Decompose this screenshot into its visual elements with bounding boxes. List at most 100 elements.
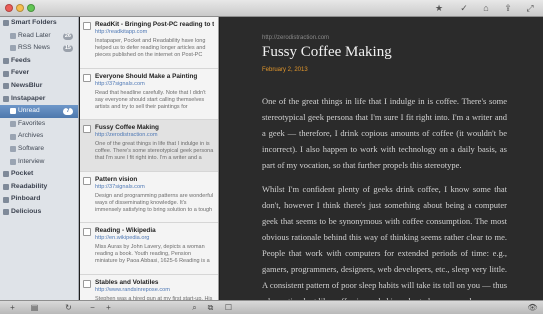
sidebar-section-label: Fever <box>11 69 30 77</box>
software-icon <box>10 146 16 153</box>
article-body: One of the great things in life that I i… <box>262 93 507 300</box>
read-later-icon <box>10 32 16 39</box>
article-list-item[interactable]: Pattern vision http://37signals.com Design… <box>80 172 218 223</box>
layout-button[interactable]: ☐ <box>222 302 235 313</box>
zoom-window-button[interactable] <box>27 4 35 12</box>
eye-button[interactable]: 👁 <box>526 302 539 313</box>
site-favicon-icon <box>83 176 91 185</box>
delicious-icon <box>3 209 9 216</box>
add-feed-icon: + <box>10 303 15 312</box>
mark-read-button[interactable]: ⧉ <box>204 302 217 313</box>
sidebar-item-archives[interactable]: Archives <box>0 130 78 143</box>
article-date: February 2, 2013 <box>262 67 308 73</box>
article-item-url: http://37signals.com <box>95 183 145 190</box>
sidebar-item-label: RSS News <box>18 44 50 52</box>
mark-read-icon: ⧉ <box>207 303 214 312</box>
fullscreen-button[interactable]: ⤢ <box>522 2 538 14</box>
sidebar-section-pocket[interactable]: Pocket <box>0 168 78 181</box>
pinboard-icon <box>3 196 9 203</box>
add-feed-button[interactable]: + <box>6 302 19 313</box>
sidebar-section-smart-folders[interactable]: Smart Folders <box>0 17 78 30</box>
close-window-button[interactable] <box>5 4 13 12</box>
sidebar-section-label: Smart Folders <box>11 19 57 26</box>
sidebar-section-label: Instapaper <box>11 94 46 102</box>
sidebar-section-label: NewsBlur <box>11 81 43 89</box>
sidebar-section-feeds[interactable]: Feeds <box>0 55 78 68</box>
article-list-item[interactable]: Stables and Volatiles http://www.randsinr… <box>80 275 218 300</box>
sidebar-section-label: Pinboard <box>11 195 41 203</box>
sidebar-item-software[interactable]: Software <box>0 143 78 156</box>
sidebar-section-fever[interactable]: Fever <box>0 67 78 80</box>
site-favicon-icon <box>83 125 91 133</box>
rss-news-icon <box>10 45 16 52</box>
minimize-window-button[interactable] <box>16 4 24 12</box>
sidebar-item-favorites[interactable]: Favorites <box>0 118 78 131</box>
unread-count-badge: 15 <box>62 45 73 53</box>
article-paragraph: One of the great things in life that I i… <box>262 96 507 170</box>
article-list-item[interactable]: Fussy Coffee Making http://zerodistractio… <box>80 120 218 172</box>
sidebar-section-instapaper[interactable]: Instapaper <box>0 93 78 106</box>
search-icon: ⌕ <box>192 303 197 312</box>
refresh-button[interactable]: ↻ <box>62 302 75 313</box>
article-item-excerpt: Read that headline carefully. Note that … <box>95 89 206 110</box>
refresh-icon: ↻ <box>65 303 72 312</box>
sidebar-section-label: Delicious <box>11 207 42 215</box>
check-button[interactable]: ✓ <box>456 2 472 14</box>
site-favicon-icon <box>83 22 91 30</box>
article-item-url: http://zerodistraction.com <box>95 132 158 138</box>
article-item-title: Reading - Wikipedia <box>95 227 156 234</box>
add-button[interactable]: + <box>102 302 115 313</box>
add-icon: + <box>106 303 111 312</box>
star-icon: ★ <box>434 3 444 13</box>
unread-count-badge: 7 <box>63 108 73 116</box>
sidebar-section-readability[interactable]: Readability <box>0 181 78 194</box>
site-favicon-icon <box>83 228 91 236</box>
site-favicon-icon <box>83 73 91 82</box>
article-list: ReadKit - Bringing Post-PC reading to th… <box>80 17 219 300</box>
article-site[interactable]: http://zerodistraction.com <box>262 35 329 41</box>
article-item-url: http://en.wikipedia.org <box>95 235 150 241</box>
article-list-item[interactable]: Everyone Should Make a Painting http://37… <box>80 69 218 120</box>
interview-icon <box>10 158 16 165</box>
unread-count-badge: 26 <box>62 32 73 40</box>
smart-folders-icon <box>3 20 9 27</box>
remove-button[interactable]: − <box>86 302 99 313</box>
unread-icon <box>10 108 16 115</box>
article-item-title: ReadKit - Bringing Post-PC reading to th… <box>95 21 214 28</box>
tag-icon: ⌂ <box>483 3 489 13</box>
search-button[interactable]: ⌕ <box>188 302 201 313</box>
article-item-url: http://37signals.com <box>95 80 145 87</box>
article-list-item[interactable]: Reading - Wikipedia http://en.wikipedia.o… <box>80 223 218 275</box>
article-paragraph: Whilst I'm confident plenty of geeks dri… <box>262 184 507 300</box>
article-item-excerpt: Design and programming patterns are wond… <box>95 192 214 213</box>
sidebar-item-label: Interview <box>18 157 45 165</box>
article-item-title: Everyone Should Make a Painting <box>95 72 198 80</box>
sidebar-section-newsblur[interactable]: NewsBlur <box>0 80 78 93</box>
newsblur-icon <box>3 83 9 90</box>
sidebar-item-label: Software <box>18 144 45 152</box>
reader-pane: http://zerodistraction.com Fussy Coffee … <box>220 17 543 300</box>
sidebar-item-rss-news[interactable]: RSS News 15 <box>0 42 78 55</box>
instapaper-icon <box>3 95 9 102</box>
sidebar-section-delicious[interactable]: Delicious <box>0 206 78 219</box>
article-list-item[interactable]: ReadKit - Bringing Post-PC reading to th… <box>80 17 218 69</box>
share-button[interactable]: ⇪ <box>500 2 516 14</box>
sidebar-item-interview[interactable]: Interview <box>0 156 78 169</box>
fullscreen-icon: ⤢ <box>526 3 534 13</box>
folder-button[interactable]: ▤ <box>28 302 41 313</box>
star-button[interactable]: ★ <box>431 2 447 14</box>
sidebar-section-label: Pocket <box>11 170 34 178</box>
sidebar-item-label: Archives <box>18 132 44 140</box>
sidebar-section-pinboard[interactable]: Pinboard <box>0 193 78 206</box>
sidebar-item-label: Unread <box>18 107 40 115</box>
sidebar-item-read-later[interactable]: Read Later 26 <box>0 30 78 43</box>
sidebar-item-unread[interactable]: Unread 7 <box>0 105 78 118</box>
tag-button[interactable]: ⌂ <box>478 2 494 14</box>
window-toolbar: ★ ✓ ⌂ ⇪ ⤢ <box>0 0 543 17</box>
article-item-url: http://www.randsinrepose.com <box>95 286 170 293</box>
check-icon: ✓ <box>460 3 468 13</box>
article-item-excerpt: Miss Auras by John Lavery, depicts a wom… <box>95 244 210 264</box>
sidebar-section-label: Feeds <box>11 56 31 64</box>
feeds-icon <box>3 58 9 65</box>
article-item-title: Fussy Coffee Making <box>95 124 159 131</box>
